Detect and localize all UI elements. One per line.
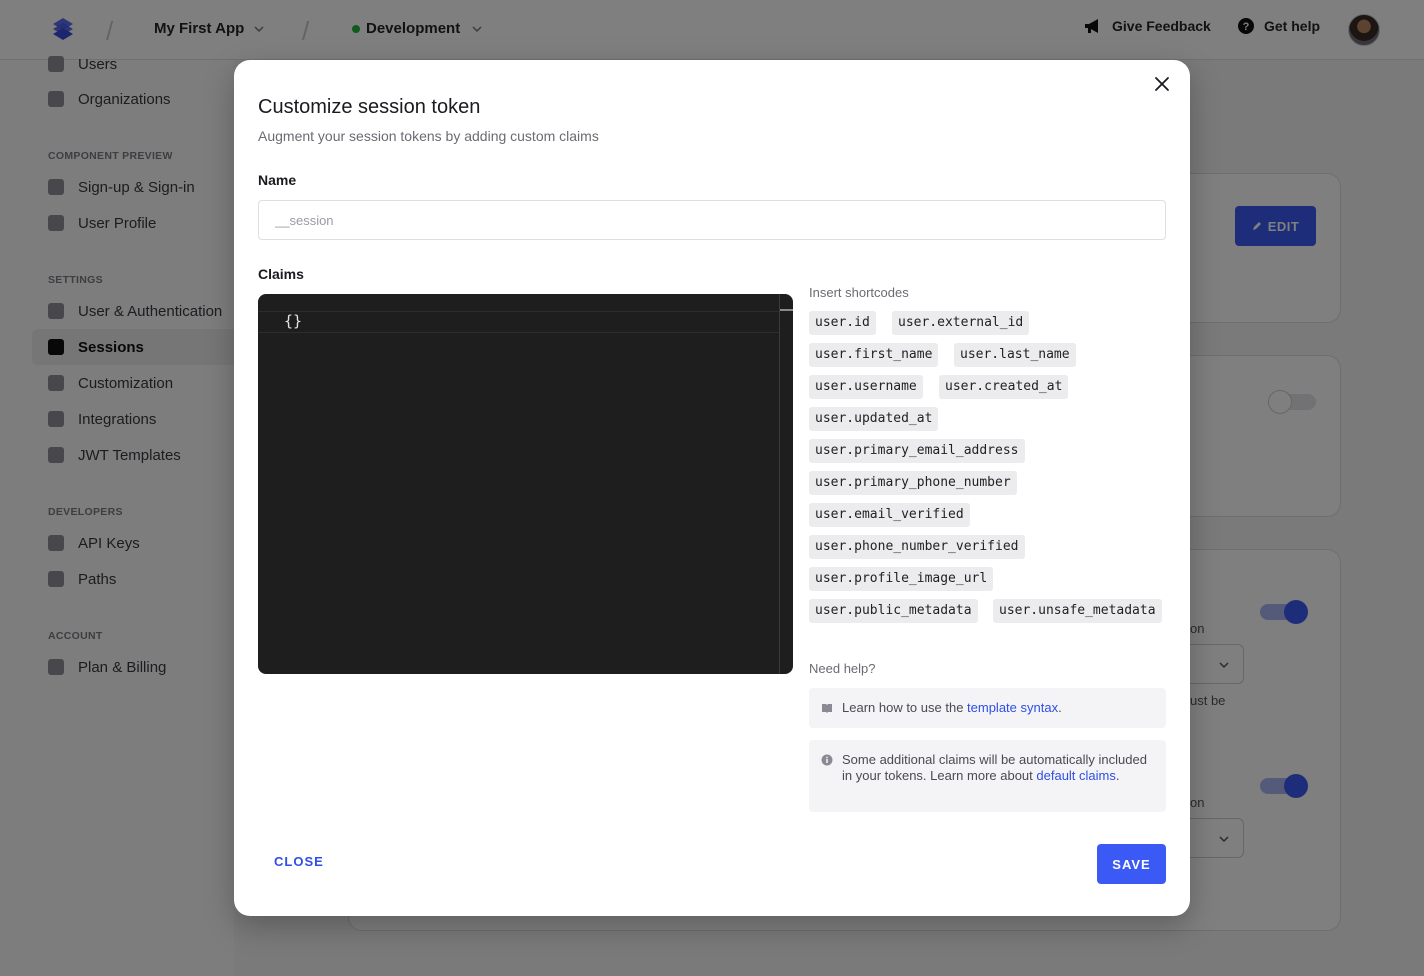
template-syntax-help-text: Learn how to use the template syntax.	[842, 700, 1154, 716]
template-syntax-link[interactable]: template syntax	[967, 700, 1058, 715]
help-text: Learn how to use the	[842, 700, 968, 715]
close-icon[interactable]	[1152, 74, 1172, 94]
editor-overview-ruler	[780, 309, 793, 311]
save-button[interactable]: SAVE	[1097, 844, 1166, 884]
template-syntax-help-box: Learn how to use the template syntax.	[809, 688, 1166, 728]
claims-code-editor[interactable]: {}	[258, 294, 793, 674]
shortcode-chip[interactable]: user.first_name	[809, 343, 939, 367]
help-text-end: .	[1058, 700, 1062, 715]
name-input[interactable]	[258, 200, 1166, 240]
customize-session-token-modal: Customize session token Augment your ses…	[234, 60, 1190, 916]
shortcode-chip[interactable]: user.primary_email_address	[809, 439, 1025, 463]
shortcode-chip[interactable]: user.profile_image_url	[809, 567, 994, 591]
need-help-heading: Need help?	[809, 661, 876, 676]
shortcode-chip[interactable]: user.unsafe_metadata	[993, 599, 1162, 623]
name-label: Name	[258, 172, 297, 188]
default-claims-help-text: Some additional claims will be automatic…	[842, 752, 1154, 784]
editor-scrollbar[interactable]	[779, 294, 780, 674]
shortcode-chip[interactable]: user.primary_phone_number	[809, 471, 1017, 495]
insert-shortcodes-heading: Insert shortcodes	[809, 285, 909, 300]
shortcode-chip[interactable]: user.id	[809, 311, 876, 335]
shortcode-chip[interactable]: user.external_id	[892, 311, 1030, 335]
shortcode-chip[interactable]: user.email_verified	[809, 503, 970, 527]
info-icon	[821, 754, 833, 766]
shortcode-chip[interactable]: user.updated_at	[809, 407, 939, 431]
active-line-highlight	[258, 311, 779, 333]
default-claims-link[interactable]: default claims	[1036, 768, 1115, 783]
close-button[interactable]: CLOSE	[258, 844, 340, 880]
shortcode-chip[interactable]: user.phone_number_verified	[809, 535, 1025, 559]
help-text-end: .	[1115, 768, 1120, 783]
shortcode-chip[interactable]: user.last_name	[954, 343, 1076, 367]
modal-subtitle: Augment your session tokens by adding cu…	[258, 128, 599, 144]
default-claims-help-box: Some additional claims will be automatic…	[809, 740, 1166, 812]
shortcode-chip[interactable]: user.created_at	[939, 375, 1069, 399]
shortcode-chip[interactable]: user.public_metadata	[809, 599, 978, 623]
book-icon	[822, 704, 832, 713]
shortcode-chip[interactable]: user.username	[809, 375, 923, 399]
modal-title: Customize session token	[258, 96, 481, 118]
claims-code: {}	[284, 312, 303, 330]
claims-label: Claims	[258, 266, 304, 282]
